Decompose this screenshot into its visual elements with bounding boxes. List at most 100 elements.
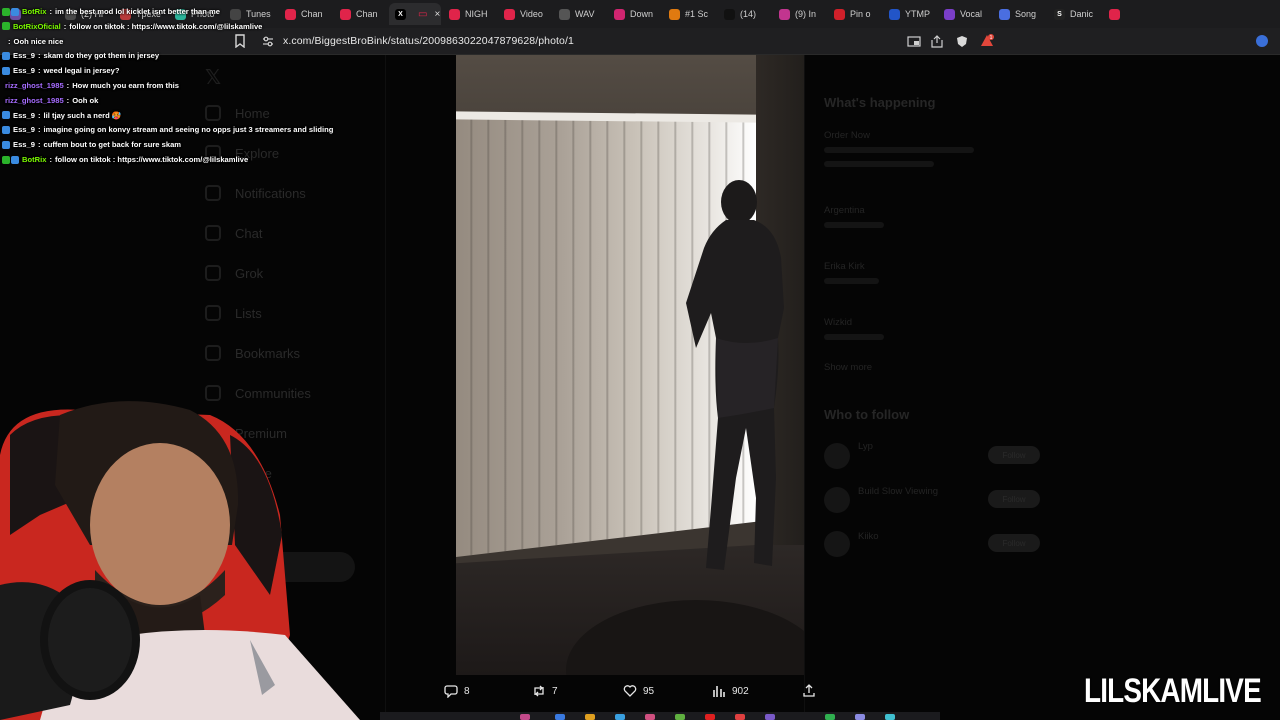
avatar[interactable] [824,531,850,557]
views-action[interactable]: 902 [712,684,749,698]
follow-button[interactable]: Follow [988,534,1040,552]
follow-button[interactable]: Follow [988,490,1040,508]
taskbar-app-icon[interactable] [555,714,565,720]
chat-username: Ess_9 [13,110,35,120]
share-page-icon[interactable] [930,35,944,48]
brave-shields-icon[interactable] [955,35,969,48]
brave-rewards-icon[interactable]: 1 [980,34,994,48]
chat-badge-icon [2,66,10,75]
trend-item[interactable]: Argentina [824,205,865,216]
browser-tab[interactable]: (9) In [773,3,826,25]
browser-tab[interactable]: YTMP [883,3,936,25]
avatar[interactable] [824,487,850,513]
taskbar-app-icon[interactable] [855,714,865,720]
chat-badge-icon [11,155,19,164]
repost-count: 7 [552,685,558,697]
browser-tab[interactable]: Song [993,3,1046,25]
x-nav-item-lists[interactable]: Lists [205,305,262,321]
taskbar-app-icon[interactable] [615,714,625,720]
show-more-link[interactable]: Show more [824,362,872,373]
bookmark-icon[interactable] [234,34,246,48]
avatar[interactable] [824,443,850,469]
x-nav-item-grok[interactable]: Grok [205,265,263,281]
taskbar-app-icon[interactable] [735,714,745,720]
taskbar-app-icon[interactable] [645,714,655,720]
tab-close-icon[interactable]: × [434,9,440,20]
post-photo[interactable] [456,55,804,675]
x-nav-item-bookmarks[interactable]: Bookmarks [205,345,300,361]
chat-username: BotRix [22,7,47,16]
trend-item[interactable]: Erika Kirk [824,261,865,272]
browser-tab[interactable]: Vocal [938,3,991,25]
tab-title: Pin o [850,9,871,19]
x-nav-item-chat[interactable]: Chat [205,225,262,241]
trend-item[interactable]: Wizkid [824,317,852,328]
url-text[interactable]: x.com/BiggestBroBink/status/200986302204… [283,35,574,47]
views-icon [713,686,725,697]
chat-text: skam do they got them in jersey [43,51,160,61]
chat-separator: : [37,51,41,61]
tab-title: #1 Sc [685,9,709,19]
taskbar-app-icon[interactable] [585,714,595,720]
x-logo-icon[interactable]: 𝕏 [205,65,221,90]
browser-tab[interactable]: S Danic [1048,3,1101,25]
photo-ceiling [456,55,804,120]
taskbar-app-icon[interactable] [825,714,835,720]
share-action[interactable] [802,684,816,698]
who-to-follow-heading: Who to follow [824,407,910,422]
browser-tab[interactable]: Chan [279,3,332,25]
lists-icon [205,305,221,321]
profile-avatar-icon[interactable] [1256,35,1268,47]
photo-person-silhouette [686,180,784,570]
tab-favicon-icon [449,8,460,20]
reply-action[interactable]: 8 [444,684,470,698]
taskbar-app-icon[interactable] [520,714,530,720]
browser-tab[interactable] [1103,3,1156,25]
site-settings-icon[interactable] [262,36,274,47]
picture-in-picture-icon[interactable] [907,35,921,48]
taskbar-app-icon[interactable] [885,714,895,720]
browser-tab[interactable]: Chan [334,3,387,25]
chat-badges [2,125,10,134]
chat-username: rizz_ghost_1985 [5,81,64,90]
follow-suggestion-name[interactable]: Build Slow Viewing [858,486,938,497]
tab-favicon-icon [834,8,845,20]
browser-tab[interactable]: Down [608,3,661,25]
tab-audio-icon[interactable]: ▭ [418,9,427,20]
chat-separator: : [66,81,70,90]
follow-button[interactable]: Follow [988,446,1040,464]
whats-happening-heading: What's happening [824,95,936,110]
tab-favicon-icon [559,8,570,20]
x-nav-label: Home [235,105,270,121]
chat-icon [205,225,221,241]
x-nav-item-notifications[interactable]: Notifications [205,185,306,201]
chat-badges [2,7,19,16]
browser-tab[interactable]: WAV [553,3,606,25]
like-action[interactable]: 95 [623,684,654,698]
browser-tab[interactable]: Video [498,3,551,25]
trend-item[interactable]: Order Now [824,130,870,141]
browser-tab[interactable]: X ▭ × [389,3,441,25]
x-nav-label: Chat [235,225,263,241]
browser-tab[interactable]: (14) [718,3,771,25]
browser-tab[interactable]: #1 Sc [663,3,716,25]
x-nav-label: Bookmarks [235,345,301,361]
tab-title: Down [630,9,654,19]
taskbar-app-icon[interactable] [765,714,775,720]
tab-favicon-icon [669,8,680,20]
chat-message: Ess_9: imagine going on konvy stream and … [2,122,333,137]
tab-title: Chan [301,9,323,19]
taskbar-app-icon[interactable] [705,714,715,720]
follow-suggestion-name[interactable]: Kiiko [858,531,879,542]
browser-tab[interactable]: Pin o [828,3,881,25]
tab-title: Video [520,9,543,19]
x-nav-item-home[interactable]: Home [205,105,270,121]
tab-favicon-icon [944,8,955,20]
taskbar-app-icon[interactable] [675,714,685,720]
tab-title: Tunes [246,9,271,19]
tab-favicon-icon [889,8,900,20]
browser-tab[interactable]: NIGH [443,3,496,25]
follow-suggestion-name[interactable]: Lyp [858,441,873,452]
repost-action[interactable]: 7 [532,684,558,698]
chat-text: imagine going on konvy stream and seeing… [43,125,334,135]
